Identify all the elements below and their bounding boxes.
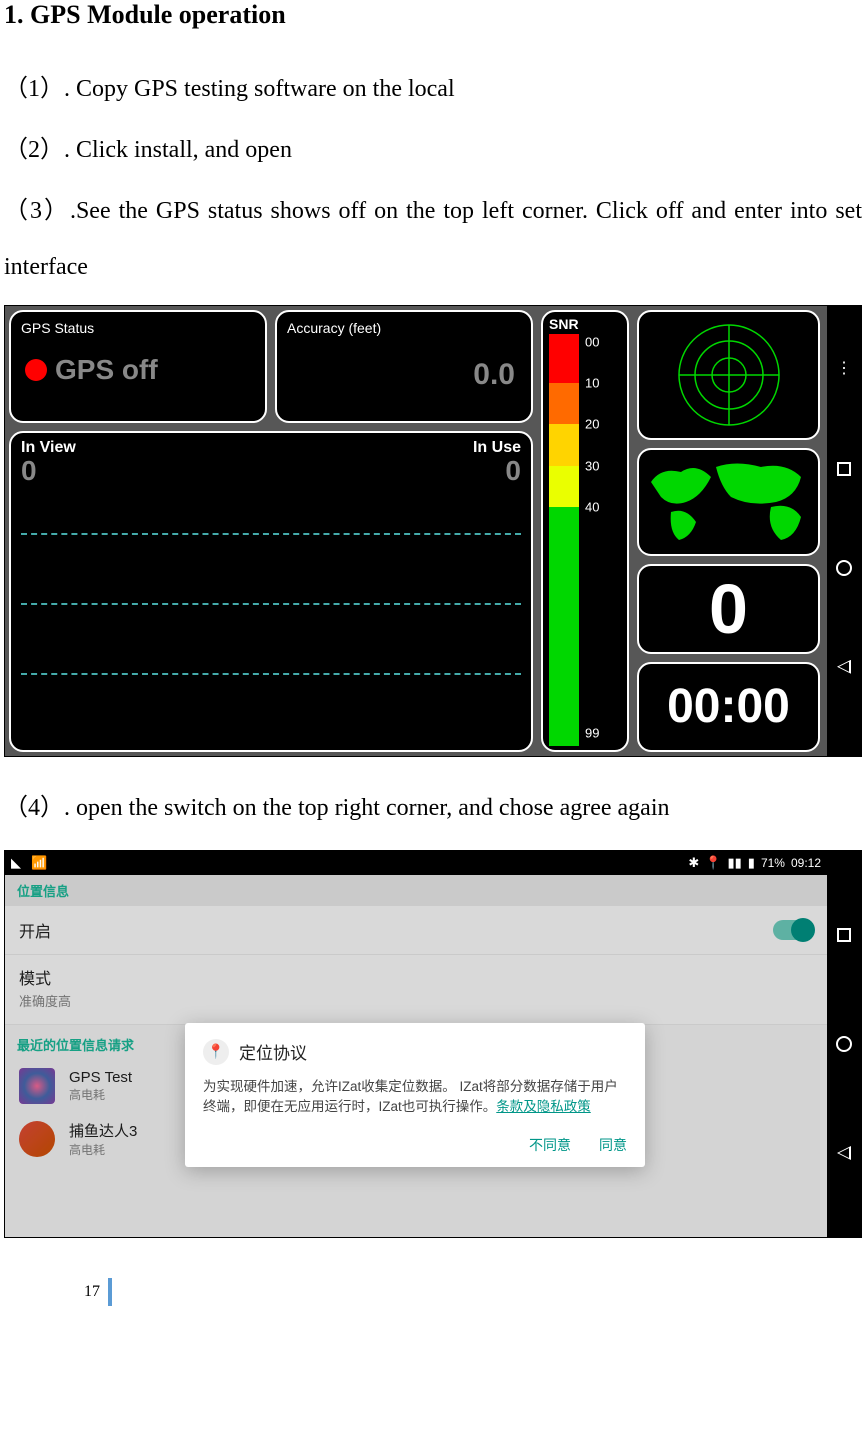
dialog-location-icon: 📍 (203, 1039, 229, 1065)
battery-percent: 71% (761, 856, 785, 870)
back-button[interactable] (837, 660, 851, 674)
menu-icon[interactable]: ⋮ (836, 358, 852, 378)
back-button[interactable] (837, 1146, 851, 1160)
bluetooth-icon: ✱ (688, 855, 699, 871)
compass-icon (674, 320, 784, 430)
screenshot-location-settings: ◣ 📶 ✱ 📍 ▮▮ ▮ 71% 09:12 位置信息 开启 模式 准确度高 (4, 850, 862, 1238)
snr-tick: 30 (585, 458, 599, 473)
time-card: 00:00 (637, 662, 820, 752)
page-footer: 17 (84, 1278, 862, 1306)
snr-tick: 99 (585, 726, 599, 741)
in-view-value: 0 (21, 455, 37, 487)
gps-off-indicator-icon (25, 359, 47, 381)
step-1: （1）. Copy GPS testing software on the lo… (4, 62, 862, 117)
section-heading: 1. GPS Module operation (4, 0, 862, 30)
dialog-body: 为实现硬件加速，允许IZat收集定位数据。 IZat将部分数据存储于用户终端，即… (203, 1077, 627, 1118)
location-icon: 📍 (705, 855, 721, 871)
step-2: （2）. Click install, and open (4, 123, 862, 178)
android-nav-bar: ⋮ (827, 306, 861, 756)
snr-label: SNR (549, 316, 621, 332)
satellites-card: In View In Use 0 0 (9, 431, 533, 752)
dialog-title: 定位协议 (239, 1039, 307, 1064)
gps-status-card[interactable]: GPS Status GPS off (9, 310, 267, 423)
status-time: 09:12 (791, 856, 821, 870)
compass-card (637, 310, 820, 440)
in-use-value: 0 (505, 455, 521, 487)
snr-tick: 00 (585, 334, 599, 349)
page-number: 17 (84, 1283, 100, 1301)
home-button[interactable] (836, 1036, 852, 1052)
battery-icon: ▮ (748, 855, 755, 871)
nav-arrow-icon: ◣ (11, 855, 21, 871)
speed-card: 0 (637, 564, 820, 654)
grid-line (21, 603, 521, 605)
screenshot-gps-app: GPS Status GPS off Accuracy (feet) 0.0 I… (4, 305, 862, 757)
status-bar: ◣ 📶 ✱ 📍 ▮▮ ▮ 71% 09:12 (5, 851, 827, 875)
recent-apps-button[interactable] (837, 928, 851, 942)
disagree-button[interactable]: 不同意 (529, 1135, 571, 1155)
wifi-icon: 📶 (31, 855, 47, 871)
grid-line (21, 673, 521, 675)
gps-status-label: GPS Status (21, 320, 255, 336)
time-value: 00:00 (667, 679, 790, 734)
snr-tick: 40 (585, 499, 599, 514)
accuracy-label: Accuracy (feet) (287, 320, 521, 336)
step-4: （4）. open the switch on the top right co… (4, 781, 862, 836)
accuracy-value: 0.0 (287, 358, 521, 392)
android-nav-bar (827, 851, 861, 1237)
gps-off-text: GPS off (55, 354, 158, 386)
agree-button[interactable]: 同意 (599, 1135, 627, 1155)
dialog-terms-link[interactable]: 条款及隐私政策 (496, 1099, 591, 1114)
grid-line (21, 533, 521, 535)
snr-tick: 10 (585, 376, 599, 391)
snr-tick: 20 (585, 417, 599, 432)
location-agreement-dialog: 📍 定位协议 为实现硬件加速，允许IZat收集定位数据。 IZat将部分数据存储… (185, 1023, 645, 1168)
snr-card: SNR 00 10 20 30 40 99 (541, 310, 629, 752)
accuracy-card: Accuracy (feet) 0.0 (275, 310, 533, 423)
speed-value: 0 (709, 569, 748, 649)
snr-scale: 00 10 20 30 40 99 (549, 334, 579, 746)
world-map-card (637, 448, 820, 556)
step-3: （3）.See the GPS status shows off on the … (4, 184, 862, 294)
home-button[interactable] (836, 560, 852, 576)
world-map-icon (641, 452, 816, 552)
footer-accent-bar (108, 1278, 112, 1306)
signal-icon: ▮▮ (727, 855, 741, 871)
recent-apps-button[interactable] (837, 462, 851, 476)
